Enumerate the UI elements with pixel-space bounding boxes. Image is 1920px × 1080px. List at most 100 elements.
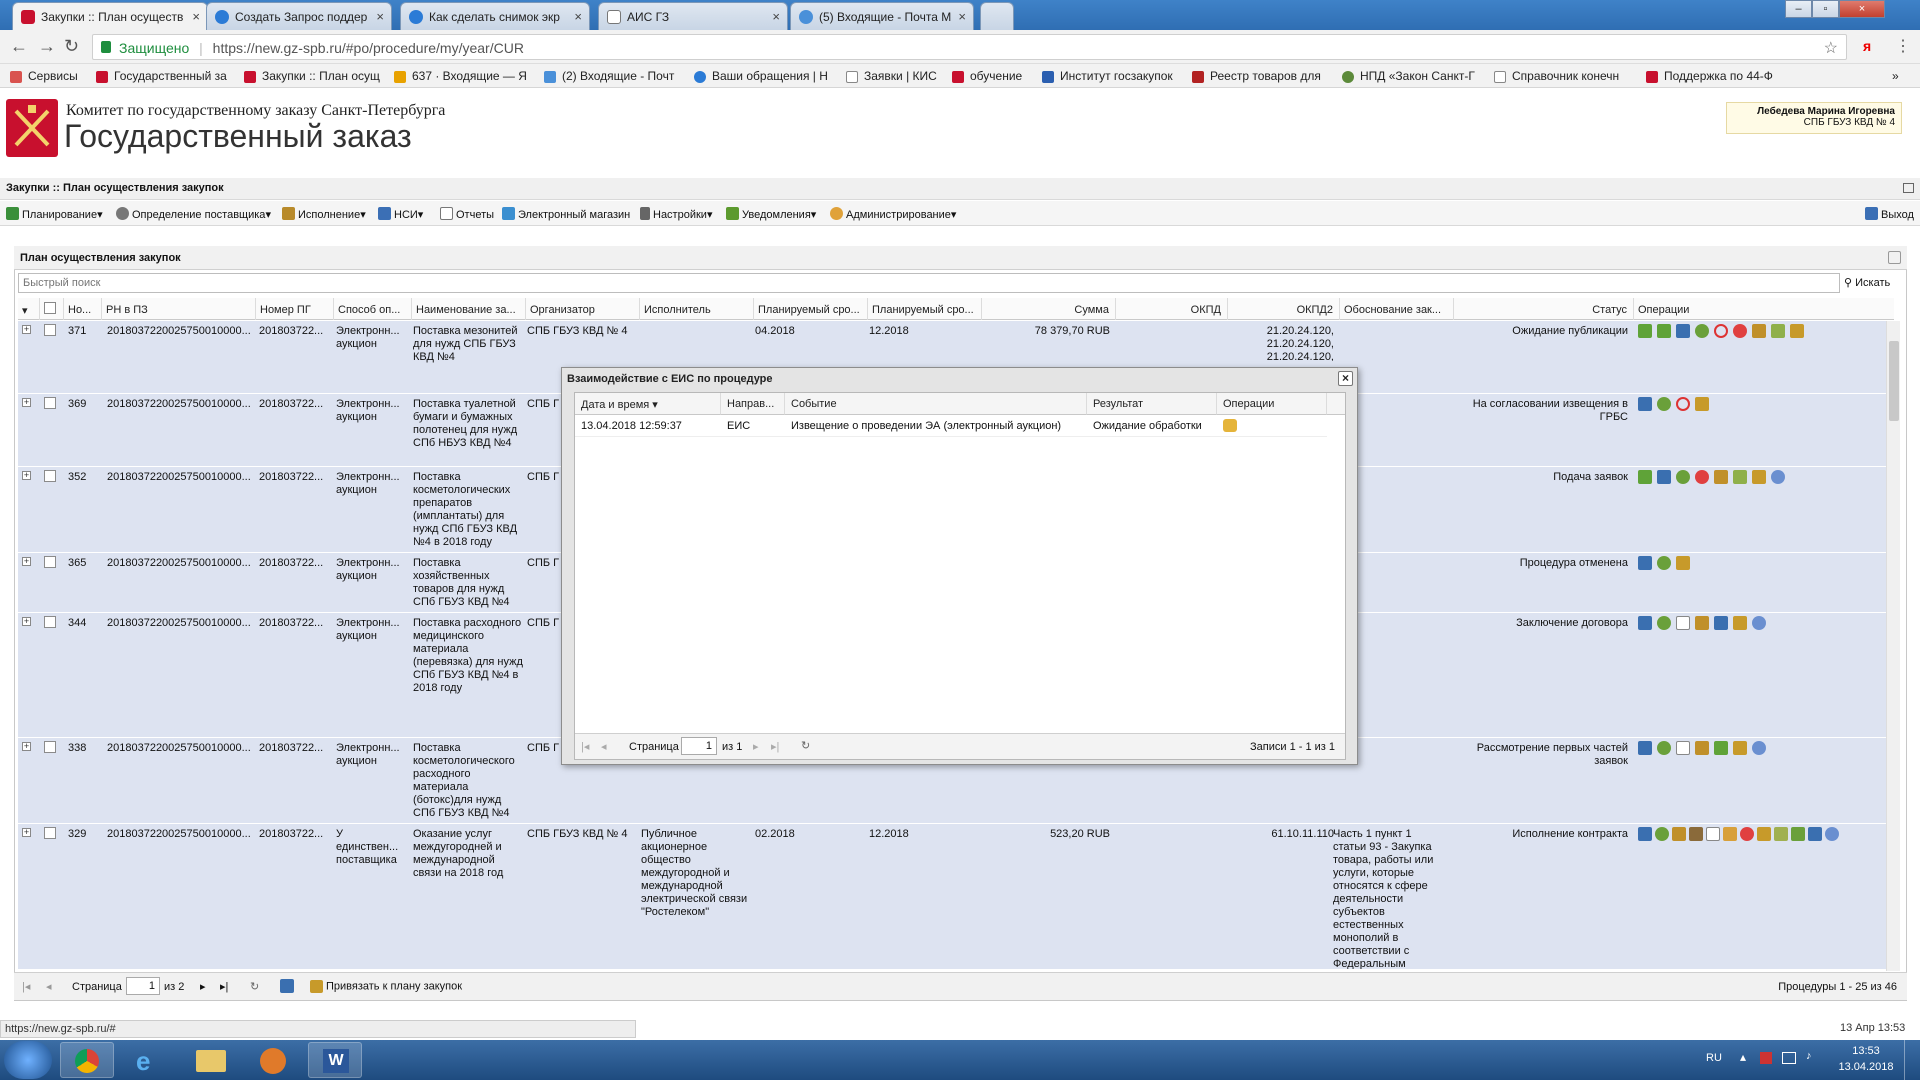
barcode-icon[interactable] xyxy=(1808,827,1822,841)
info-icon[interactable] xyxy=(1752,616,1766,630)
maximize-button[interactable]: ▫ xyxy=(1812,0,1839,18)
gears-icon[interactable] xyxy=(1657,616,1671,630)
info-icon[interactable] xyxy=(1752,741,1766,755)
gears-icon[interactable] xyxy=(1695,324,1709,338)
bookmark-item[interactable]: (2) Входящие - Почт xyxy=(544,69,684,83)
expand-icon[interactable]: + xyxy=(22,617,31,626)
row-checkbox[interactable] xyxy=(44,616,56,628)
refresh-icon[interactable]: ↻ xyxy=(801,739,810,752)
row-checkbox[interactable] xyxy=(44,397,56,409)
bookmark-item[interactable]: Институт госзакупок xyxy=(1042,69,1180,83)
table-row[interactable]: + 329 2018037220025750010000... 20180372… xyxy=(18,824,1888,970)
bookmark-services[interactable]: Сервисы xyxy=(10,69,90,83)
save-icon[interactable] xyxy=(280,979,294,993)
record-icon[interactable] xyxy=(1740,827,1754,841)
col-pg[interactable]: Номер ПГ xyxy=(256,298,334,320)
new-tab-button[interactable] xyxy=(980,2,1014,30)
page-input[interactable]: 1 xyxy=(126,977,160,995)
expand-icon[interactable]: + xyxy=(22,325,31,334)
page-icon[interactable] xyxy=(1706,827,1720,841)
close-icon[interactable]: × xyxy=(1338,371,1353,386)
bind-plan-button[interactable]: Привязать к плану закупок xyxy=(310,980,462,993)
clock-time[interactable]: 13:53 xyxy=(1836,1045,1896,1057)
gears-icon[interactable] xyxy=(1657,397,1671,411)
chart-icon[interactable] xyxy=(1638,616,1652,630)
bookmark-item[interactable]: Заявки | КИС xyxy=(846,69,946,83)
col-name[interactable]: Наименование за... xyxy=(412,298,526,320)
expand-icon[interactable]: + xyxy=(22,471,31,480)
stop-icon[interactable] xyxy=(1733,324,1747,338)
next-page-icon[interactable]: ▸ xyxy=(753,740,759,753)
gears-icon[interactable] xyxy=(1655,827,1669,841)
package-icon[interactable] xyxy=(1223,419,1237,432)
page-icon[interactable] xyxy=(1676,616,1690,630)
row-checkbox[interactable] xyxy=(44,827,56,839)
quick-search-input[interactable] xyxy=(18,273,1840,293)
chart-icon[interactable] xyxy=(1638,397,1652,411)
col-organizer[interactable]: Организатор xyxy=(526,298,640,320)
bookmark-item[interactable]: Ваши обращения | Н xyxy=(694,69,834,83)
close-tab-icon[interactable]: × xyxy=(192,9,200,24)
col-datetime[interactable]: Дата и время ▾ xyxy=(575,393,721,415)
col-executor[interactable]: Исполнитель xyxy=(640,298,754,320)
clock-date[interactable]: 13.04.2018 xyxy=(1836,1061,1896,1073)
doc-icon[interactable] xyxy=(1714,741,1728,755)
info-icon[interactable] xyxy=(1771,470,1785,484)
col-rn[interactable]: РН в ПЗ xyxy=(102,298,256,320)
col-okpd2[interactable]: ОКПД2 xyxy=(1228,298,1340,320)
doc-icon[interactable] xyxy=(1774,827,1788,841)
close-tab-icon[interactable]: × xyxy=(574,9,582,24)
row-checkbox[interactable] xyxy=(44,324,56,336)
refresh-icon[interactable] xyxy=(1676,397,1690,411)
menu-admin[interactable]: Администрирование▾ xyxy=(830,207,956,221)
close-tab-icon[interactable]: × xyxy=(376,9,384,24)
forward-icon[interactable]: → xyxy=(38,36,56,57)
menu-icon[interactable]: ⋮ xyxy=(1895,36,1911,56)
col-no[interactable]: Но... xyxy=(64,298,102,320)
bookmark-item[interactable]: обучение xyxy=(952,69,1042,83)
chart-icon[interactable] xyxy=(1638,556,1652,570)
user-box[interactable]: Лебедева Марина Игоревна СПБ ГБУЗ КВД № … xyxy=(1726,102,1902,134)
prev-page-icon[interactable]: ◂ xyxy=(46,980,52,993)
col-status[interactable]: Статус xyxy=(1454,298,1634,320)
filter-icon[interactable]: ▾ xyxy=(18,298,40,320)
emblem-icon[interactable] xyxy=(1714,470,1728,484)
doc-icon[interactable] xyxy=(1733,470,1747,484)
archive-icon[interactable] xyxy=(1733,741,1747,755)
tab-request[interactable]: Создать Запрос поддер × xyxy=(206,2,392,30)
explorer-taskbar-icon[interactable] xyxy=(184,1042,238,1078)
col-okpd[interactable]: ОКПД xyxy=(1116,298,1228,320)
archive-icon[interactable] xyxy=(1676,556,1690,570)
menu-reports[interactable]: Отчеты xyxy=(440,207,494,221)
page-icon[interactable] xyxy=(1676,741,1690,755)
menu-notifications[interactable]: Уведомления▾ xyxy=(726,207,816,221)
more-bookmarks-icon[interactable]: » xyxy=(1892,69,1899,83)
menu-eshop[interactable]: Электронный магазин xyxy=(502,207,630,221)
close-tab-icon[interactable]: × xyxy=(772,9,780,24)
menu-settings[interactable]: Настройки▾ xyxy=(640,207,712,221)
ie-taskbar-icon[interactable]: e xyxy=(122,1042,176,1078)
edit-icon[interactable] xyxy=(1723,827,1737,841)
expand-icon[interactable]: + xyxy=(22,398,31,407)
chart-icon[interactable] xyxy=(1676,324,1690,338)
emblem-icon[interactable] xyxy=(1752,324,1766,338)
col-method[interactable]: Способ оп... xyxy=(334,298,412,320)
row-checkbox[interactable] xyxy=(44,470,56,482)
bookmark-item[interactable]: 637 · Входящие — Я xyxy=(394,69,534,83)
network-icon[interactable] xyxy=(1782,1052,1796,1064)
exit-button[interactable]: Выход xyxy=(1865,207,1914,221)
col-operations[interactable]: Операции xyxy=(1634,298,1894,320)
gears-icon[interactable] xyxy=(1657,556,1671,570)
emblem-icon[interactable] xyxy=(1695,616,1709,630)
gears-icon[interactable] xyxy=(1676,470,1690,484)
flag-icon[interactable] xyxy=(1760,1052,1772,1064)
info-icon[interactable] xyxy=(1825,827,1839,841)
bookmark-item[interactable]: Справочник конечн xyxy=(1494,69,1632,83)
col-basis[interactable]: Обоснование зак... xyxy=(1340,298,1454,320)
scrollbar-thumb[interactable] xyxy=(1889,341,1899,421)
doc-icon[interactable] xyxy=(1771,324,1785,338)
archive-icon[interactable] xyxy=(1757,827,1771,841)
chart-icon[interactable] xyxy=(1638,741,1652,755)
emblem-icon[interactable] xyxy=(1672,827,1686,841)
menu-supplier[interactable]: Определение поставщика▾ xyxy=(116,207,271,221)
